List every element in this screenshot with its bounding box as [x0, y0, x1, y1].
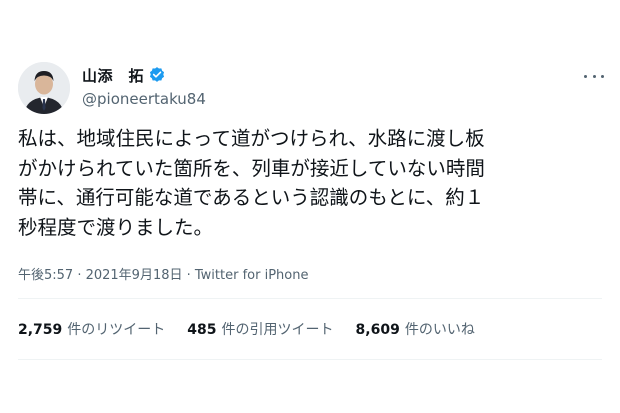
- author-handle[interactable]: @pioneertaku84: [82, 90, 206, 108]
- avatar[interactable]: [18, 62, 70, 114]
- tweet-text-line: 帯に、通行可能な道であるという認識のもとに、約１: [18, 186, 485, 209]
- tweet-text-line: 私は、地域住民によって道がつけられ、水路に渡し板: [18, 127, 485, 150]
- quote-label: 件の引用ツイート: [221, 322, 334, 338]
- tweet-text-line: がかけられていた箇所を、列車が接近していない時間: [18, 156, 485, 180]
- author-display-name[interactable]: 山添 拓: [82, 65, 144, 86]
- quote-count: 485: [187, 322, 217, 338]
- retweet-label: 件のリツイート: [67, 322, 166, 338]
- quote-stat[interactable]: 485 件の引用ツイート: [187, 319, 333, 339]
- author-block: 山添 拓 @pioneertaku84: [82, 64, 206, 109]
- tweet-card: 山添 拓 @pioneertaku84 私は、地域住民によって道がつけられ、水路…: [0, 0, 620, 413]
- like-stat[interactable]: 8,609 件のいいね: [356, 319, 475, 339]
- avatar-photo-icon: [18, 62, 70, 114]
- like-label: 件のいいね: [404, 322, 475, 338]
- engagement-stats: 2,759 件のリツイート 485 件の引用ツイート 8,609 件のいいね: [18, 319, 497, 339]
- tweet-text-line: 秒程度で渡りました。: [18, 215, 214, 239]
- retweet-stat[interactable]: 2,759 件のリツイート: [18, 319, 165, 339]
- more-dots-icon[interactable]: [584, 68, 604, 84]
- divider: [18, 298, 602, 299]
- like-count: 8,609: [355, 322, 400, 338]
- author-name-row: 山添 拓: [82, 64, 206, 86]
- divider: [18, 359, 602, 360]
- tweet-timestamp[interactable]: 午後5:57 · 2021年9月18日 · Twitter for iPhone: [18, 264, 308, 283]
- retweet-count: 2,759: [18, 322, 63, 338]
- tweet-text: 私は、地域住民によって道がつけられ、水路に渡し板 がかけられていた箇所を、列車が…: [18, 124, 603, 242]
- verified-badge-icon: [148, 66, 166, 84]
